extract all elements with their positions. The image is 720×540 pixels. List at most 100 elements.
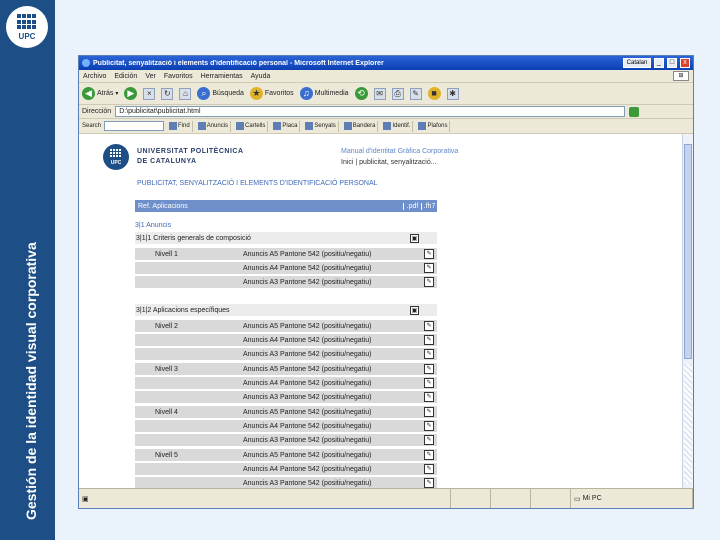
search-tool-6[interactable]: Identif.: [381, 120, 414, 132]
table-row: Anuncis A3 Pantone 542 (positiu/negatiu)…: [135, 433, 437, 446]
file-icon[interactable]: ✎: [424, 277, 434, 287]
dropdown-icon: ▾: [115, 91, 119, 97]
search-tool-3[interactable]: Placa: [271, 120, 301, 132]
scrollbar-track[interactable]: [684, 364, 692, 484]
file-icon[interactable]: ✎: [424, 392, 434, 402]
go-button[interactable]: [629, 106, 640, 117]
minimize-button[interactable]: _: [654, 58, 664, 68]
search-tool-5[interactable]: Bandera: [342, 120, 379, 132]
table-row: Anuncis A3 Pantone 542 (positiu/negatiu)…: [135, 390, 437, 403]
stop-button[interactable]: ×: [143, 87, 156, 100]
address-input[interactable]: D:\publicitat\publicitat.html: [115, 106, 626, 117]
search-tool-1[interactable]: Anuncis: [196, 120, 232, 132]
item-name[interactable]: Anuncis A3 Pantone 542 (positiu/negatiu): [243, 437, 424, 444]
print-button[interactable]: ⎙: [391, 87, 404, 100]
menu-archivo[interactable]: Archivo: [83, 73, 106, 80]
language-indicator[interactable]: Catalan: [623, 58, 651, 68]
home-button[interactable]: ⌂: [179, 87, 192, 100]
history-button[interactable]: ⟲: [354, 87, 368, 100]
back-arrow-icon: ◀: [82, 87, 95, 100]
favorites-button[interactable]: ★ Favoritos: [249, 87, 294, 100]
file-icon[interactable]: ✎: [424, 407, 434, 417]
menu-edicion[interactable]: Edición: [114, 73, 137, 80]
item-name[interactable]: Anuncis A3 Pantone 542 (positiu/negatiu): [243, 279, 424, 286]
menu-ayuda[interactable]: Ayuda: [251, 73, 271, 80]
manual-title[interactable]: Manual d'identitat Gràfica Corporativa: [341, 148, 458, 155]
item-name[interactable]: Anuncis A5 Pantone 542 (positiu/negatiu): [243, 251, 424, 258]
file-icon[interactable]: ✎: [424, 435, 434, 445]
search-input[interactable]: [104, 121, 165, 131]
tool-icon: [305, 122, 314, 130]
window-title: Publicitat, senyalització i elements d'i…: [93, 59, 384, 67]
page-upc-logo: UPC: [103, 144, 129, 170]
refresh-button[interactable]: ↻: [161, 87, 174, 100]
back-button[interactable]: ◀ Atrás ▾: [82, 87, 118, 100]
file-icon[interactable]: ✎: [424, 421, 434, 431]
file-icon[interactable]: ✎: [424, 478, 434, 488]
item-name[interactable]: Anuncis A4 Pantone 542 (positiu/negatiu): [243, 265, 424, 272]
item-name[interactable]: Anuncis A3 Pantone 542 (positiu/negatiu): [243, 394, 424, 401]
search-tool-2[interactable]: Cartells: [234, 120, 269, 132]
file-icon[interactable]: ✎: [424, 321, 434, 331]
address-bar: Dirección D:\publicitat\publicitat.html: [79, 105, 693, 119]
file-icon[interactable]: ✎: [424, 378, 434, 388]
table-row: Nivell 2 Anuncis A5 Pantone 542 (positiu/…: [135, 319, 437, 332]
vertical-scrollbar[interactable]: [682, 134, 693, 489]
maximize-button[interactable]: □: [667, 58, 677, 68]
close-button[interactable]: x: [680, 58, 690, 68]
ie-icon: [82, 59, 90, 67]
search-button[interactable]: ⌕ Búsqueda: [197, 87, 244, 100]
file-icon[interactable]: ✎: [424, 364, 434, 374]
multimedia-button[interactable]: ♫ Multimedia: [299, 87, 349, 100]
folder-button[interactable]: ■: [427, 87, 441, 100]
file-icon[interactable]: ✎: [424, 263, 434, 273]
table-row: Anuncis A4 Pantone 542 (positiu/negatiu)…: [135, 376, 437, 389]
scrollbar-thumb[interactable]: [684, 144, 692, 359]
item-name[interactable]: Anuncis A5 Pantone 542 (positiu/negatiu): [243, 323, 424, 330]
windows-flag-icon: ⊞: [673, 71, 689, 81]
item-name[interactable]: Anuncis A5 Pantone 542 (positiu/negatiu): [243, 409, 424, 416]
browser-window: Publicitat, senyalització i elements d'i…: [78, 55, 694, 509]
search-tool-label: Cartells: [245, 123, 266, 129]
page-logo-text: UPC: [110, 160, 122, 166]
file-icon[interactable]: ✎: [424, 464, 434, 474]
table-header: Ref. Aplicacions .pdf .fh7: [135, 200, 437, 212]
file-icon[interactable]: ✎: [424, 249, 434, 259]
item-name[interactable]: Anuncis A3 Pantone 542 (positiu/negatiu): [243, 351, 424, 358]
pdf-icon[interactable]: ▣: [410, 305, 419, 315]
search-tool-4[interactable]: Senyals: [303, 120, 339, 132]
status-segment: [451, 489, 491, 508]
tool-icon: [343, 122, 352, 130]
table-row: Anuncis A3 Pantone 542 (positiu/negatiu)…: [135, 275, 437, 288]
file-icon[interactable]: ✎: [424, 335, 434, 345]
menu-ver[interactable]: Ver: [145, 73, 156, 80]
item-name[interactable]: Anuncis A5 Pantone 542 (positiu/negatiu): [243, 452, 424, 459]
item-name[interactable]: Anuncis A4 Pantone 542 (positiu/negatiu): [243, 380, 424, 387]
messenger-button[interactable]: ✱: [446, 87, 459, 100]
table-row: Anuncis A4 Pantone 542 (positiu/negatiu)…: [135, 261, 437, 274]
search-tool-7[interactable]: Plafons: [416, 120, 451, 132]
item-name[interactable]: Anuncis A4 Pantone 542 (positiu/negatiu): [243, 337, 424, 344]
edit-button[interactable]: ✎: [409, 87, 422, 100]
level-label: Nivell 5: [155, 451, 178, 459]
table-row: Anuncis A4 Pantone 542 (positiu/negatiu)…: [135, 419, 437, 432]
item-name[interactable]: Anuncis A4 Pantone 542 (positiu/negatiu): [243, 423, 424, 430]
file-icon[interactable]: ✎: [424, 450, 434, 460]
table-row: Anuncis A4 Pantone 542 (positiu/negatiu)…: [135, 462, 437, 475]
group-row: 3|1|2 Aplicacions específiques ▣: [135, 304, 437, 316]
item-name[interactable]: Anuncis A4 Pantone 542 (positiu/negatiu): [243, 466, 424, 473]
menu-herramientas[interactable]: Herramientas: [201, 73, 243, 80]
item-name[interactable]: Anuncis A3 Pantone 542 (positiu/negatiu): [243, 480, 424, 487]
search-tool-label: Placa: [282, 123, 298, 129]
pdf-icon[interactable]: ▣: [410, 233, 419, 243]
item-name[interactable]: Anuncis A5 Pantone 542 (positiu/negatiu): [243, 366, 424, 373]
find-icon: [169, 122, 178, 130]
mail-button[interactable]: ✉: [373, 87, 386, 100]
level-label: Nivell 2: [155, 322, 178, 330]
search-tool-0[interactable]: Find: [167, 120, 193, 132]
file-icon[interactable]: ✎: [424, 349, 434, 359]
search-tool-label: Anuncis: [206, 123, 229, 129]
breadcrumb[interactable]: Inici | publicitat, senyalització...: [341, 159, 437, 166]
forward-button[interactable]: ▶: [124, 87, 138, 100]
menu-favoritos[interactable]: Favoritos: [164, 73, 193, 80]
